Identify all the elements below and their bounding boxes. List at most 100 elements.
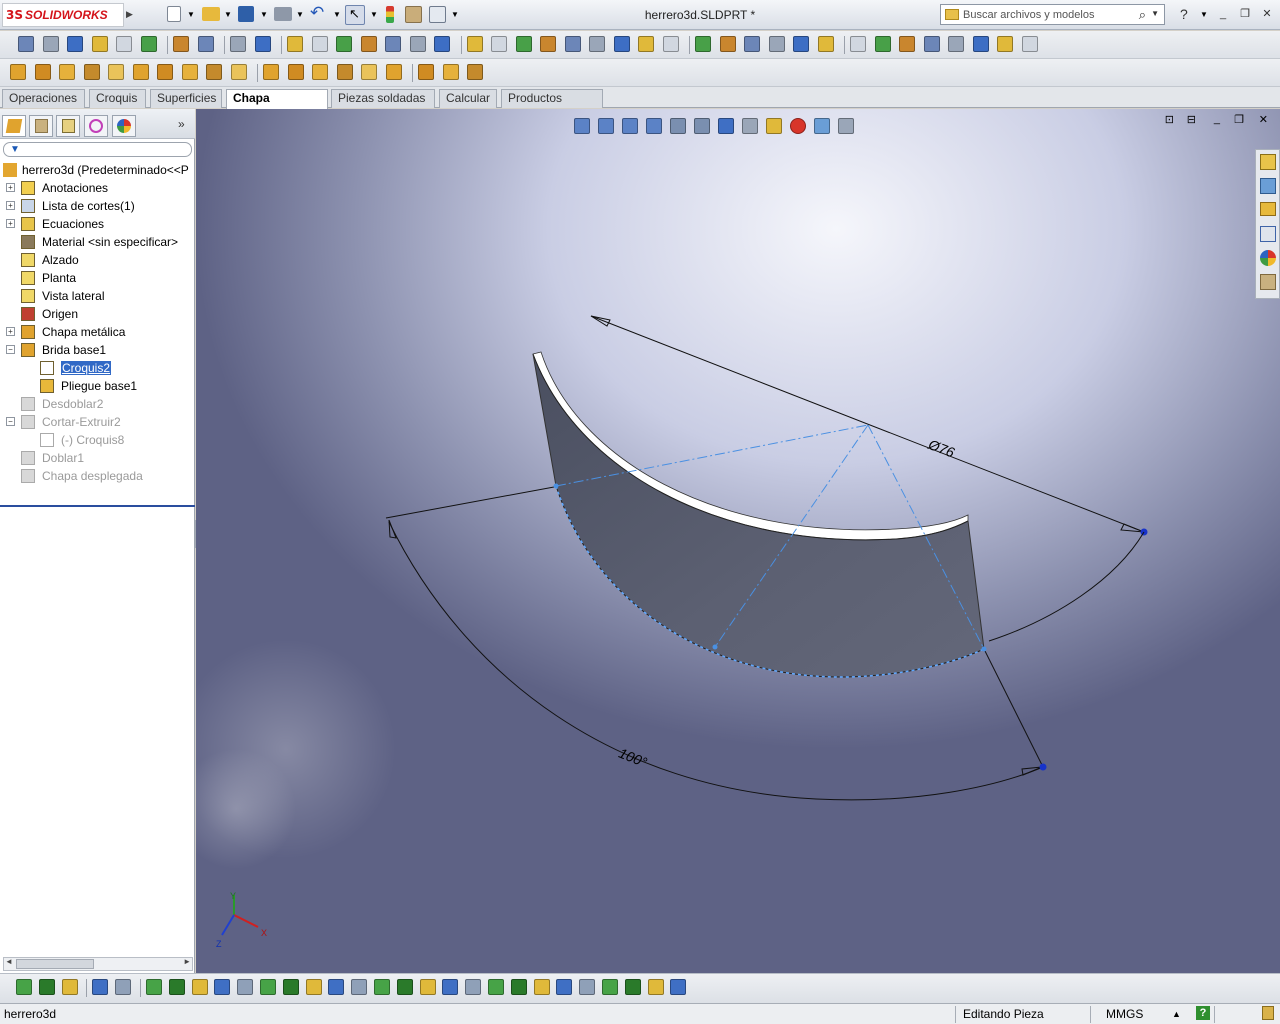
tree-item[interactable]: + Anotaciones [0, 179, 195, 197]
print-dropdown-icon[interactable]: ▼ [296, 10, 304, 19]
toolbar-tool-icon[interactable] [146, 979, 162, 995]
search-box[interactable]: Buscar archivos y modelos ⌕ ▼ [940, 4, 1165, 25]
toolbar-tool-icon[interactable] [18, 36, 34, 52]
help-button[interactable]: ? [1180, 6, 1188, 22]
toolbar-tool-icon[interactable] [34, 64, 51, 80]
file-properties-icon[interactable] [405, 6, 422, 23]
tree-item[interactable]: Origen [0, 305, 195, 323]
toolbar-tool-icon[interactable] [638, 36, 654, 52]
toolbar-tool-icon[interactable] [38, 979, 55, 995]
configuration-manager-tab[interactable] [56, 115, 80, 137]
toolbar-tool-icon[interactable] [254, 36, 271, 52]
toolbar-tool-icon[interactable] [311, 36, 328, 52]
toolbar-tool-icon[interactable] [564, 36, 581, 52]
appearances-icon[interactable] [1260, 250, 1276, 266]
sketch-point-mid[interactable] [712, 644, 718, 650]
toolbar-tool-icon[interactable] [351, 979, 368, 995]
scroll-right-icon[interactable]: ► [183, 957, 191, 966]
toolbar-tool-icon[interactable] [91, 36, 108, 52]
toolbar-tool-icon[interactable] [850, 36, 866, 52]
toolbar-tool-icon[interactable] [42, 36, 59, 52]
toolbar-tool-icon[interactable] [214, 979, 231, 995]
toolbar-tool-icon[interactable] [108, 64, 124, 80]
sketch-point-start[interactable] [553, 483, 559, 489]
expand-toggle-icon[interactable]: − [6, 417, 15, 426]
toolbar-tool-icon[interactable] [540, 36, 556, 52]
toolbar-tool-icon[interactable] [647, 979, 664, 995]
dimxpert-tab[interactable] [84, 115, 108, 137]
toolbar-tool-icon[interactable] [385, 36, 401, 52]
toolbar-tool-icon[interactable] [418, 64, 434, 80]
tree-item[interactable]: + Ecuaciones [0, 215, 195, 233]
toolbar-tool-icon[interactable] [768, 36, 785, 52]
tree-horizontal-scrollbar[interactable]: ◄ ► [3, 957, 193, 971]
undo-dropdown-icon[interactable]: ▼ [333, 10, 341, 19]
view-tool-icon[interactable] [670, 118, 686, 134]
toolbar-tool-icon[interactable] [442, 64, 459, 80]
save-dropdown-icon[interactable]: ▼ [260, 10, 268, 19]
status-units[interactable]: MMGS [1106, 1007, 1143, 1021]
toolbar-tool-icon[interactable] [16, 979, 32, 995]
toolbar-tool-icon[interactable] [305, 979, 322, 995]
viewport-close-icon[interactable]: ✕ [1259, 113, 1268, 126]
tab-chapa-metalica[interactable]: Chapa metálica [226, 89, 328, 122]
select-dropdown-icon[interactable]: ▼ [370, 10, 378, 19]
tab-superficies[interactable]: Superficies [150, 89, 222, 108]
help-dropdown-icon[interactable]: ▼ [1200, 10, 1208, 19]
tree-item[interactable]: + Lista de cortes(1) [0, 197, 195, 215]
rollback-bar[interactable] [0, 505, 195, 507]
toolbar-tool-icon[interactable] [467, 64, 483, 80]
sketch-point-end[interactable] [981, 646, 987, 652]
toolbar-tool-icon[interactable] [173, 36, 189, 52]
toolbar-tool-icon[interactable] [132, 64, 149, 80]
display-manager-tab[interactable] [112, 115, 136, 137]
view-tool-icon[interactable] [718, 118, 734, 134]
new-document-icon[interactable] [167, 6, 181, 22]
toolbar-tool-icon[interactable] [533, 979, 550, 995]
toolbar-tool-icon[interactable] [556, 979, 573, 995]
toolbar-tool-icon[interactable] [419, 979, 436, 995]
toolbar-tool-icon[interactable] [140, 36, 157, 52]
toolbar-tool-icon[interactable] [972, 36, 989, 52]
tree-item[interactable]: Planta [0, 269, 195, 287]
tree-root[interactable]: herrero3d (Predeterminado<<P [0, 161, 195, 179]
toolbar-tool-icon[interactable] [360, 36, 377, 52]
toolbar-tool-icon[interactable] [10, 64, 26, 80]
toolbar-tool-icon[interactable] [719, 36, 736, 52]
new-dropdown-icon[interactable]: ▼ [187, 10, 195, 19]
diameter-dimension-text[interactable]: Ø76 [925, 436, 957, 461]
toolbar-tool-icon[interactable] [899, 36, 915, 52]
toolbar-tool-icon[interactable] [361, 64, 377, 80]
units-arrow-icon[interactable]: ▲ [1172, 1009, 1181, 1019]
toolbar-tool-icon[interactable] [695, 36, 711, 52]
tree-item[interactable]: − Cortar-Extruir2 [0, 413, 195, 431]
tree-item[interactable]: Pliegue base1 [0, 377, 195, 395]
options-dropdown-icon[interactable]: ▼ [451, 10, 459, 19]
toolbar-tool-icon[interactable] [61, 979, 78, 995]
tab-productos-office[interactable]: Productos Office [501, 89, 603, 122]
view-tool-icon[interactable] [790, 118, 806, 134]
tab-croquis[interactable]: Croquis [89, 89, 146, 108]
viewport-minimize-icon[interactable]: _ [1214, 113, 1220, 125]
toolbar-tool-icon[interactable] [157, 64, 173, 80]
minimize-button[interactable]: _ [1215, 6, 1231, 22]
tree-item[interactable]: (-) Croquis8 [0, 431, 195, 449]
view-tool-icon[interactable] [814, 118, 830, 134]
toolbar-tool-icon[interactable] [624, 979, 641, 995]
toolbar-tool-icon[interactable] [263, 64, 279, 80]
feature-manager-tab[interactable] [2, 115, 26, 137]
property-manager-tab[interactable] [29, 115, 53, 137]
view-tool-icon[interactable] [742, 118, 758, 134]
tree-item[interactable]: Croquis2 [0, 359, 195, 377]
status-pencil-icon[interactable] [1262, 1006, 1274, 1020]
toolbar-tool-icon[interactable] [997, 36, 1013, 52]
tree-item[interactable]: − Brida base1 [0, 341, 195, 359]
expand-toggle-icon[interactable]: + [6, 219, 15, 228]
scroll-left-icon[interactable]: ◄ [5, 957, 13, 966]
tree-filter[interactable]: ▼ [3, 142, 192, 157]
sheet-metal-inner-face[interactable] [533, 354, 984, 678]
custom-properties-icon[interactable] [1260, 274, 1276, 290]
toolbar-tool-icon[interactable] [1021, 36, 1038, 52]
toolbar-tool-icon[interactable] [181, 64, 198, 80]
tree-item[interactable]: + Chapa metálica [0, 323, 195, 341]
